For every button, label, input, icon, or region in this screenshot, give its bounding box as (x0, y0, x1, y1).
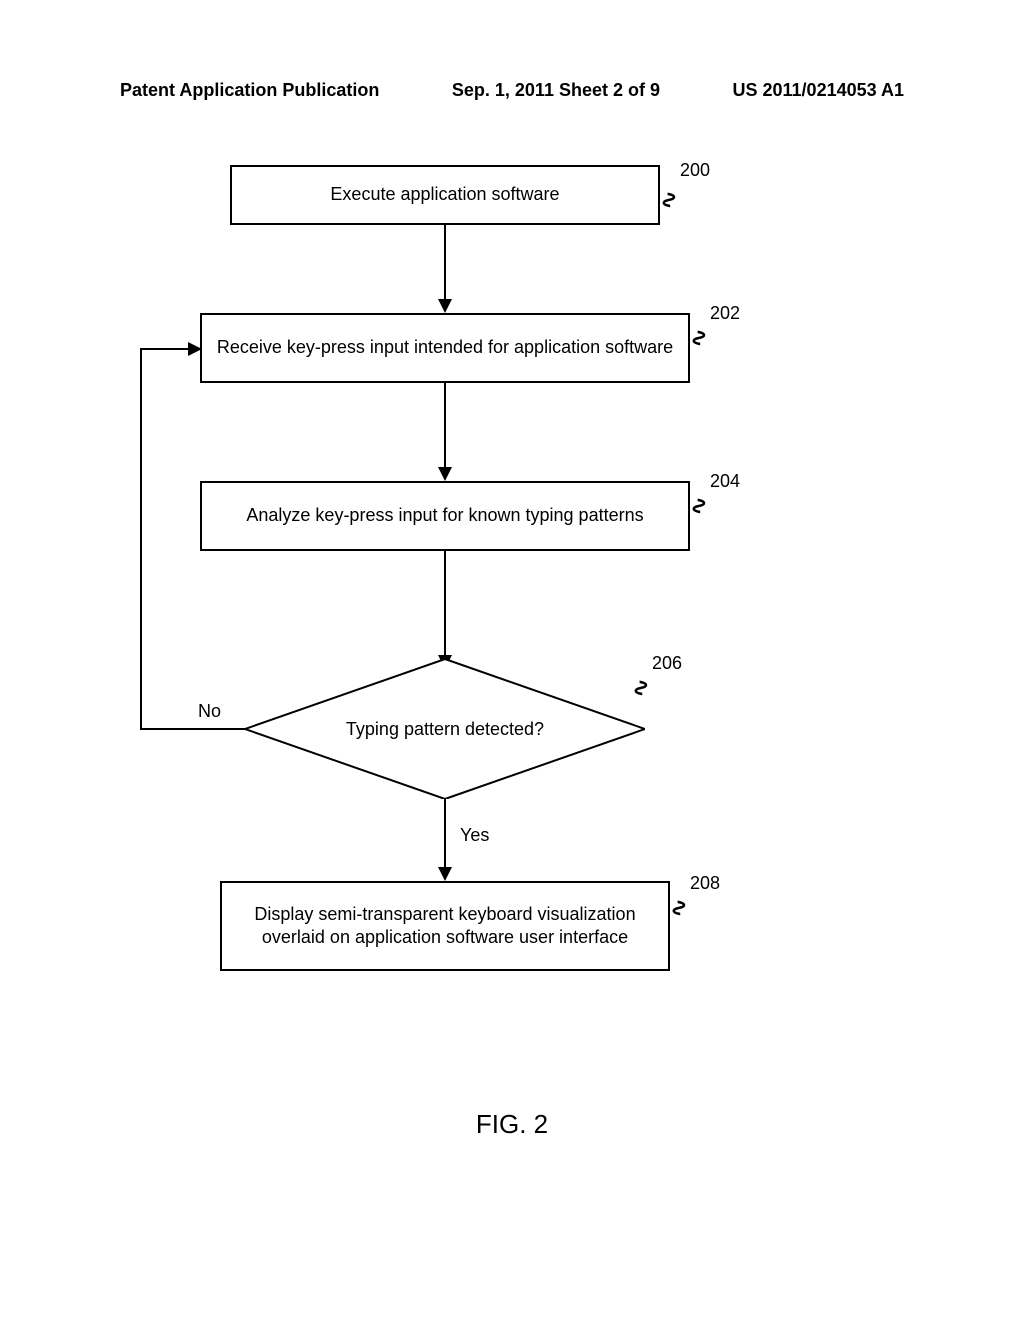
ref-204: 204 (710, 471, 740, 492)
connector (140, 348, 142, 730)
arrowhead-icon (438, 467, 452, 481)
connector (444, 383, 446, 471)
arrowhead-icon (438, 867, 452, 881)
ref-connector-icon: ∿ (686, 329, 712, 347)
ref-206: 206 (652, 653, 682, 674)
header-left: Patent Application Publication (120, 80, 379, 101)
decision-text: Typing pattern detected? (346, 719, 544, 740)
step-execute-software: Execute application software (230, 165, 660, 225)
arrowhead-icon (188, 342, 202, 356)
page-header: Patent Application Publication Sep. 1, 2… (0, 80, 1024, 101)
ref-connector-icon: ∿ (686, 497, 712, 515)
ref-200: 200 (680, 160, 710, 181)
ref-202: 202 (710, 303, 740, 324)
header-right: US 2011/0214053 A1 (733, 80, 904, 101)
connector (444, 551, 446, 659)
edge-label-yes: Yes (460, 825, 489, 846)
step-receive-keypress: Receive key-press input intended for app… (200, 313, 690, 383)
connector (140, 348, 188, 350)
connector (140, 728, 247, 730)
ref-connector-icon: ∿ (628, 679, 654, 697)
arrowhead-icon (438, 299, 452, 313)
edge-label-no: No (198, 701, 221, 722)
connector (444, 799, 446, 871)
ref-connector-icon: ∿ (656, 191, 682, 209)
step-analyze-keypress: Analyze key-press input for known typing… (200, 481, 690, 551)
connector (444, 225, 446, 303)
step-display-keyboard-overlay: Display semi-transparent keyboard visual… (220, 881, 670, 971)
ref-connector-icon: ∿ (666, 899, 692, 917)
flowchart: Execute application software ∿ 200 Recei… (0, 165, 1024, 1065)
decision-typing-pattern: Typing pattern detected? (245, 659, 645, 799)
header-center: Sep. 1, 2011 Sheet 2 of 9 (452, 80, 660, 101)
ref-208: 208 (690, 873, 720, 894)
figure-caption: FIG. 2 (0, 1109, 1024, 1140)
